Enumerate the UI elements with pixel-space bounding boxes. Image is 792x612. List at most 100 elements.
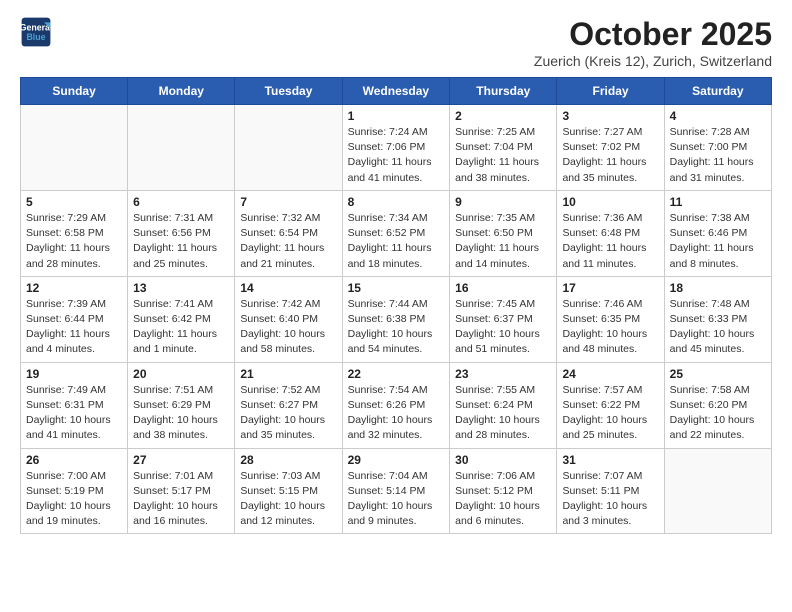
calendar-cell: 27Sunrise: 7:01 AMSunset: 5:17 PMDayligh… [128, 448, 235, 534]
day-number: 22 [348, 367, 445, 381]
day-number: 29 [348, 453, 445, 467]
day-number: 11 [670, 195, 766, 209]
day-info: Sunrise: 7:36 AMSunset: 6:48 PMDaylight:… [562, 211, 658, 272]
calendar-cell: 15 Sunrise: 7:44 AMSunset: 6:38 PMDayligh… [342, 276, 450, 362]
calendar-cell [21, 105, 128, 191]
calendar-week-2: 5 Sunrise: 7:29 AMSunset: 6:58 PMDaylight… [21, 190, 772, 276]
calendar-cell: 29Sunrise: 7:04 AMSunset: 5:14 PMDayligh… [342, 448, 450, 534]
calendar-cell: 17 Sunrise: 7:46 AMSunset: 6:35 PMDayligh… [557, 276, 664, 362]
day-number: 19 [26, 367, 122, 381]
day-number: 31 [562, 453, 658, 467]
day-info: Sunrise: 7:28 AMSunset: 7:00 PMDaylight:… [670, 125, 766, 186]
day-number: 26 [26, 453, 122, 467]
day-info: Sunrise: 7:57 AMSunset: 6:22 PMDaylight:… [562, 383, 658, 444]
calendar-cell: 4 Sunrise: 7:28 AMSunset: 7:00 PMDaylight… [664, 105, 771, 191]
col-friday: Friday [557, 78, 664, 105]
day-number: 4 [670, 109, 766, 123]
day-number: 17 [562, 281, 658, 295]
day-number: 6 [133, 195, 229, 209]
day-number: 23 [455, 367, 551, 381]
day-number: 21 [240, 367, 336, 381]
calendar-cell [235, 105, 342, 191]
day-info: Sunrise: 7:51 AMSunset: 6:29 PMDaylight:… [133, 383, 229, 444]
calendar-cell: 24 Sunrise: 7:57 AMSunset: 6:22 PMDayligh… [557, 362, 664, 448]
page-container: General Blue October 2025 Zuerich (Kreis… [0, 0, 792, 554]
day-number: 15 [348, 281, 445, 295]
calendar-table: Sunday Monday Tuesday Wednesday Thursday… [20, 77, 772, 534]
day-info: Sunrise: 7:00 AMSunset: 5:19 PMDaylight:… [26, 469, 122, 530]
calendar-cell [664, 448, 771, 534]
logo-icon: General Blue [20, 16, 52, 48]
day-info: Sunrise: 7:49 AMSunset: 6:31 PMDaylight:… [26, 383, 122, 444]
calendar-cell: 19 Sunrise: 7:49 AMSunset: 6:31 PMDayligh… [21, 362, 128, 448]
calendar-cell: 28 Sunrise: 7:03 AMSunset: 5:15 PMDayligh… [235, 448, 342, 534]
day-number: 3 [562, 109, 658, 123]
calendar-cell [128, 105, 235, 191]
day-number: 5 [26, 195, 122, 209]
day-number: 7 [240, 195, 336, 209]
page-header: General Blue October 2025 Zuerich (Kreis… [20, 16, 772, 69]
day-info: Sunrise: 7:29 AMSunset: 6:58 PMDaylight:… [26, 211, 122, 272]
calendar-cell: 18 Sunrise: 7:48 AMSunset: 6:33 PMDayligh… [664, 276, 771, 362]
calendar-cell: 2 Sunrise: 7:25 AMSunset: 7:04 PMDaylight… [450, 105, 557, 191]
day-number: 27 [133, 453, 229, 467]
calendar-cell: 26 Sunrise: 7:00 AMSunset: 5:19 PMDayligh… [21, 448, 128, 534]
day-number: 9 [455, 195, 551, 209]
day-number: 28 [240, 453, 336, 467]
day-info: Sunrise: 7:44 AMSunset: 6:38 PMDaylight:… [348, 297, 445, 358]
calendar-cell: 6 Sunrise: 7:31 AMSunset: 6:56 PMDaylight… [128, 190, 235, 276]
calendar-cell: 8Sunrise: 7:34 AMSunset: 6:52 PMDaylight… [342, 190, 450, 276]
day-info: Sunrise: 7:32 AMSunset: 6:54 PMDaylight:… [240, 211, 336, 272]
calendar-cell: 5 Sunrise: 7:29 AMSunset: 6:58 PMDaylight… [21, 190, 128, 276]
day-info: Sunrise: 7:42 AMSunset: 6:40 PMDaylight:… [240, 297, 336, 358]
day-number: 10 [562, 195, 658, 209]
calendar-cell: 11 Sunrise: 7:38 AMSunset: 6:46 PMDayligh… [664, 190, 771, 276]
col-thursday: Thursday [450, 78, 557, 105]
calendar-week-4: 19 Sunrise: 7:49 AMSunset: 6:31 PMDayligh… [21, 362, 772, 448]
day-info: Sunrise: 7:03 AMSunset: 5:15 PMDaylight:… [240, 469, 336, 530]
day-info: Sunrise: 7:39 AMSunset: 6:44 PMDaylight:… [26, 297, 122, 358]
calendar-week-5: 26 Sunrise: 7:00 AMSunset: 5:19 PMDayligh… [21, 448, 772, 534]
day-number: 18 [670, 281, 766, 295]
calendar-cell: 23 Sunrise: 7:55 AMSunset: 6:24 PMDayligh… [450, 362, 557, 448]
day-info: Sunrise: 7:48 AMSunset: 6:33 PMDaylight:… [670, 297, 766, 358]
day-number: 24 [562, 367, 658, 381]
calendar-cell: 22Sunrise: 7:54 AMSunset: 6:26 PMDayligh… [342, 362, 450, 448]
calendar-cell: 3 Sunrise: 7:27 AMSunset: 7:02 PMDaylight… [557, 105, 664, 191]
calendar-cell: 30 Sunrise: 7:06 AMSunset: 5:12 PMDayligh… [450, 448, 557, 534]
day-number: 25 [670, 367, 766, 381]
calendar-cell: 21Sunrise: 7:52 AMSunset: 6:27 PMDayligh… [235, 362, 342, 448]
day-info: Sunrise: 7:31 AMSunset: 6:56 PMDaylight:… [133, 211, 229, 272]
calendar-cell: 16Sunrise: 7:45 AMSunset: 6:37 PMDayligh… [450, 276, 557, 362]
calendar-cell: 1Sunrise: 7:24 AMSunset: 7:06 PMDaylight… [342, 105, 450, 191]
day-number: 2 [455, 109, 551, 123]
day-number: 30 [455, 453, 551, 467]
day-info: Sunrise: 7:55 AMSunset: 6:24 PMDaylight:… [455, 383, 551, 444]
day-info: Sunrise: 7:24 AMSunset: 7:06 PMDaylight:… [348, 125, 445, 186]
day-info: Sunrise: 7:41 AMSunset: 6:42 PMDaylight:… [133, 297, 229, 358]
calendar-header-row: Sunday Monday Tuesday Wednesday Thursday… [21, 78, 772, 105]
calendar-cell: 9Sunrise: 7:35 AMSunset: 6:50 PMDaylight… [450, 190, 557, 276]
calendar-cell: 14 Sunrise: 7:42 AMSunset: 6:40 PMDayligh… [235, 276, 342, 362]
day-info: Sunrise: 7:06 AMSunset: 5:12 PMDaylight:… [455, 469, 551, 530]
col-saturday: Saturday [664, 78, 771, 105]
day-info: Sunrise: 7:58 AMSunset: 6:20 PMDaylight:… [670, 383, 766, 444]
month-title: October 2025 [534, 16, 772, 53]
day-number: 14 [240, 281, 336, 295]
calendar-cell: 13 Sunrise: 7:41 AMSunset: 6:42 PMDayligh… [128, 276, 235, 362]
calendar-week-1: 1Sunrise: 7:24 AMSunset: 7:06 PMDaylight… [21, 105, 772, 191]
day-info: Sunrise: 7:27 AMSunset: 7:02 PMDaylight:… [562, 125, 658, 186]
day-info: Sunrise: 7:38 AMSunset: 6:46 PMDaylight:… [670, 211, 766, 272]
calendar-cell: 12 Sunrise: 7:39 AMSunset: 6:44 PMDayligh… [21, 276, 128, 362]
calendar-week-3: 12 Sunrise: 7:39 AMSunset: 6:44 PMDayligh… [21, 276, 772, 362]
svg-text:Blue: Blue [26, 32, 45, 42]
calendar-cell: 7 Sunrise: 7:32 AMSunset: 6:54 PMDaylight… [235, 190, 342, 276]
col-monday: Monday [128, 78, 235, 105]
day-info: Sunrise: 7:25 AMSunset: 7:04 PMDaylight:… [455, 125, 551, 186]
day-info: Sunrise: 7:46 AMSunset: 6:35 PMDaylight:… [562, 297, 658, 358]
location: Zuerich (Kreis 12), Zurich, Switzerland [534, 53, 772, 69]
day-number: 12 [26, 281, 122, 295]
calendar-cell: 10 Sunrise: 7:36 AMSunset: 6:48 PMDayligh… [557, 190, 664, 276]
col-tuesday: Tuesday [235, 78, 342, 105]
day-number: 13 [133, 281, 229, 295]
